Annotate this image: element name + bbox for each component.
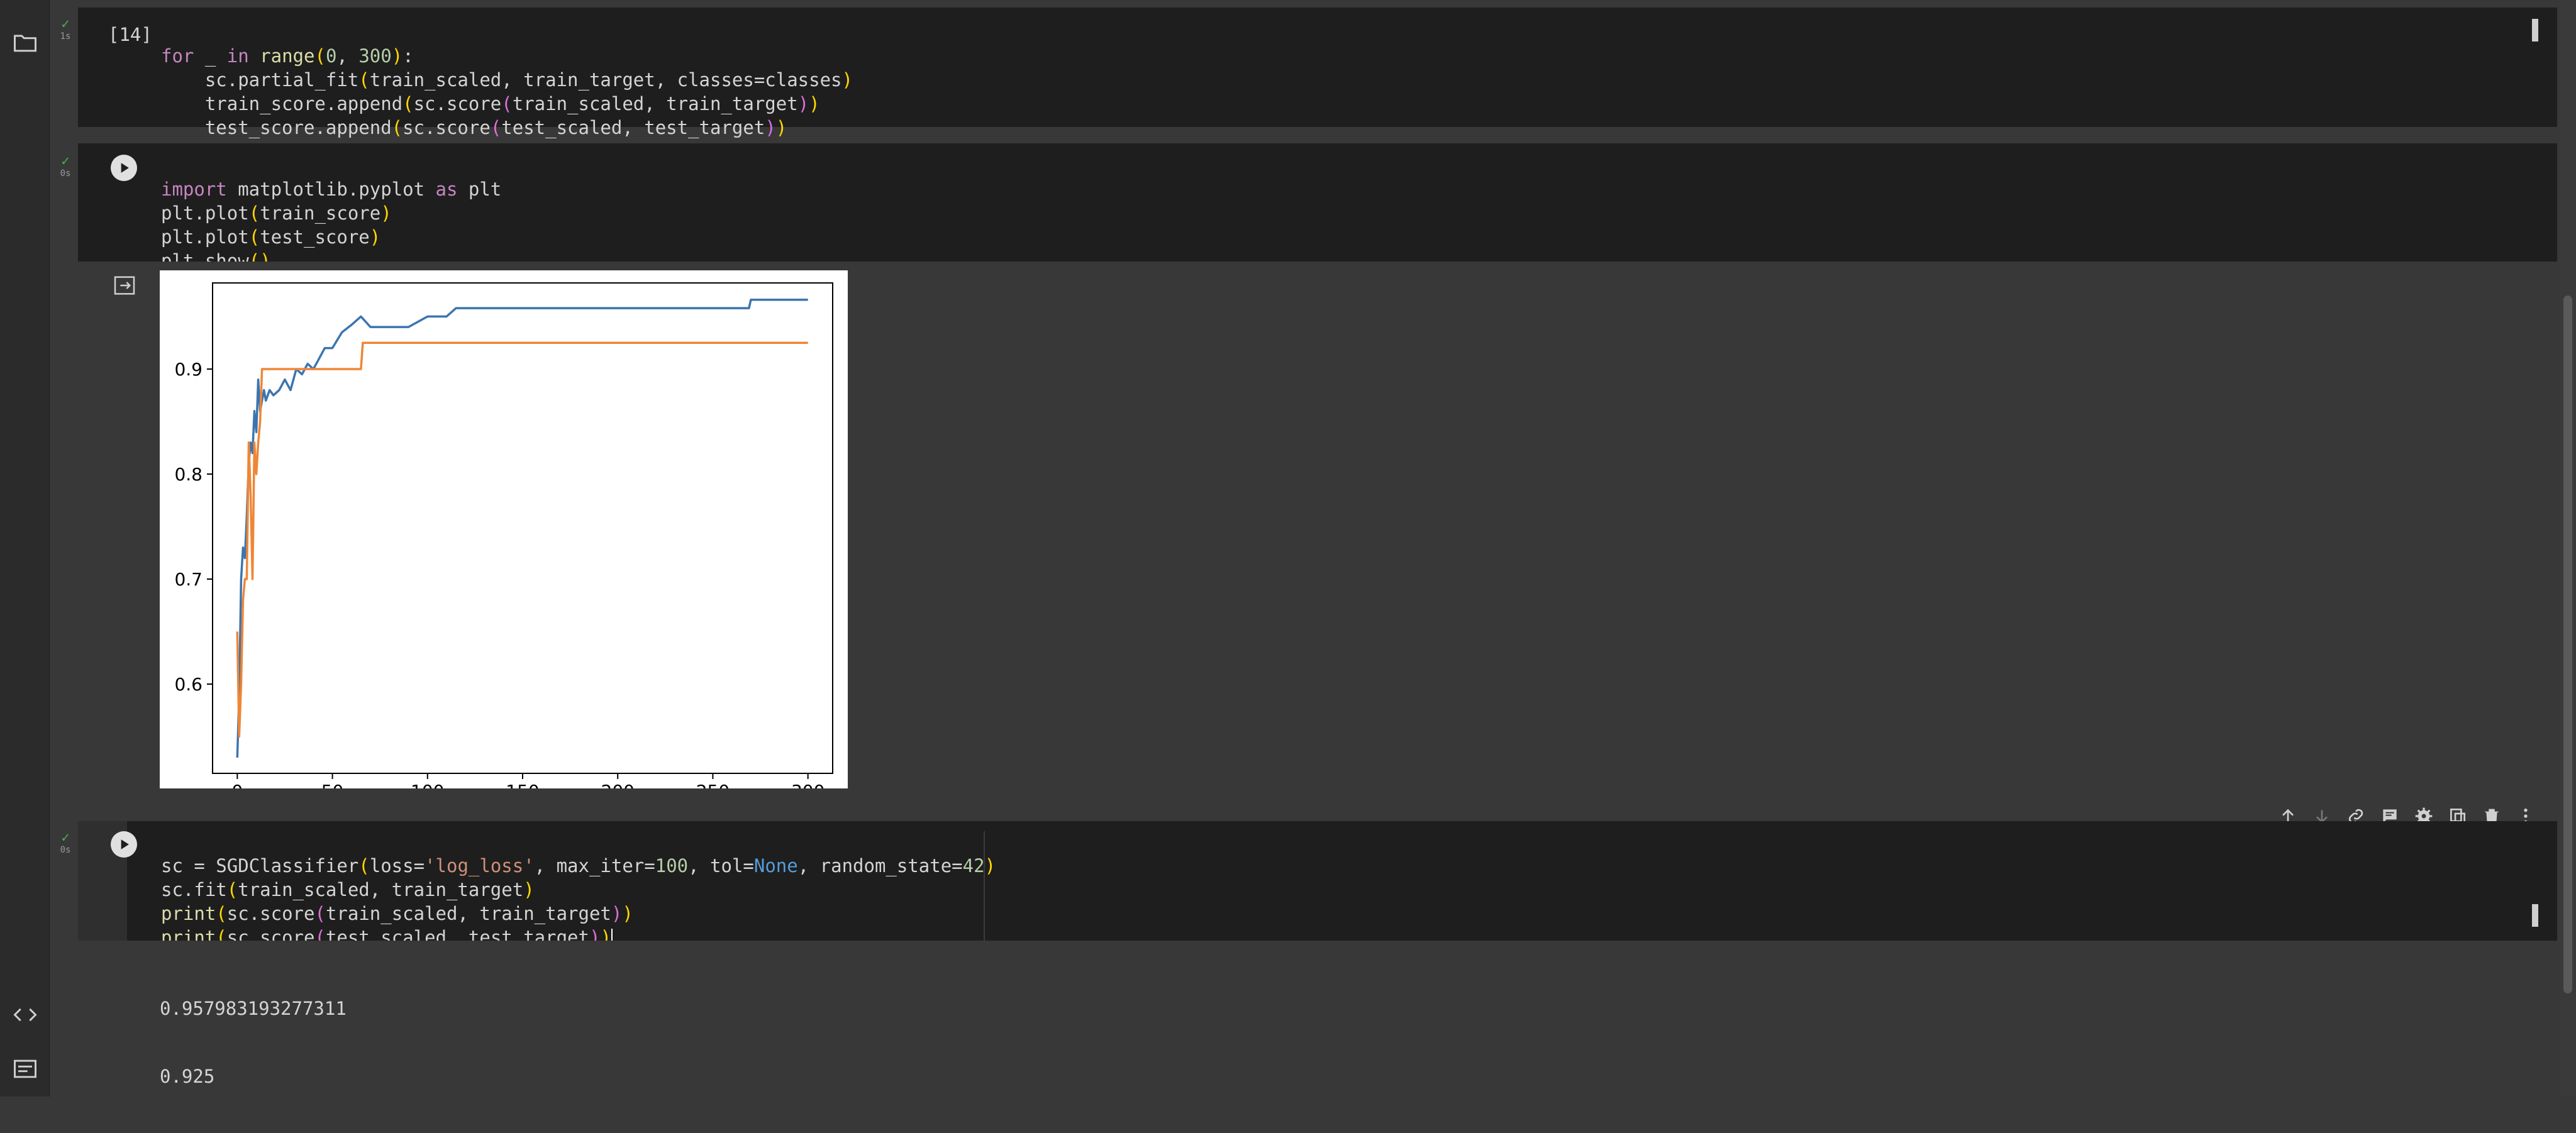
exec-time: 0s — [60, 169, 71, 179]
line-chart: 0 50 100 150 200 250 300 0.6 0.7 0.8 0.9 — [160, 270, 848, 802]
code-cell-3: ✓ 0s sc = SGDClassifier(loss='log_loss',… — [53, 821, 2557, 1087]
exec-time: 1s — [60, 31, 71, 41]
x-tick-label: 300 — [791, 781, 824, 788]
exec-status-check-icon: ✓ — [61, 153, 70, 169]
code-line: print(sc.score(train_scaled, train_targe… — [161, 903, 633, 924]
y-tick-label: 0.7 — [174, 569, 203, 590]
exec-count: [14] — [108, 24, 152, 45]
code-editor[interactable]: sc = SGDClassifier(loss='log_loss', max_… — [78, 821, 2557, 949]
code-line: test_score.append(sc.score(test_scaled, … — [161, 117, 787, 138]
code-icon[interactable] — [11, 1001, 39, 1029]
code-scroll-marker — [2532, 19, 2538, 41]
code-line: sc.partial_fit(train_scaled, train_targe… — [161, 69, 853, 91]
y-tick-label: 0.9 — [174, 359, 203, 380]
output-line: 0.925 — [160, 1066, 215, 1087]
code-text[interactable]: for _ in range(0, 300): sc.partial_fit(t… — [161, 20, 853, 140]
page-scrollbar-thumb[interactable] — [2563, 296, 2572, 993]
code-line: sc = SGDClassifier(loss='log_loss', max_… — [161, 855, 996, 876]
output-actions-icon[interactable] — [111, 273, 138, 298]
exec-status-check-icon: ✓ — [61, 16, 70, 32]
line-chart-svg: 0 50 100 150 200 250 300 0.6 0.7 0.8 0.9 — [174, 282, 833, 802]
terminal-icon[interactable] — [11, 1055, 39, 1083]
cell-output: 0 50 100 150 200 250 300 0.6 0.7 0.8 0.9 — [78, 262, 2557, 802]
y-tick-label: 0.6 — [174, 674, 203, 695]
code-line: for _ in range(0, 300): — [161, 45, 414, 67]
folder-icon[interactable] — [11, 29, 39, 57]
page-scrollbar[interactable] — [2560, 0, 2576, 1097]
run-cell-button[interactable] — [111, 155, 137, 181]
x-tick-label: 250 — [696, 781, 730, 788]
code-text[interactable]: import matplotlib.pyplot as plt plt.plot… — [161, 153, 501, 273]
code-line: train_score.append(sc.score(train_scaled… — [161, 93, 820, 114]
exec-time: 0s — [60, 845, 71, 855]
code-editor[interactable]: import matplotlib.pyplot as plt plt.plot… — [78, 143, 2557, 272]
output-line: 0.957983193277311 — [160, 998, 347, 1019]
run-cell-button[interactable] — [111, 831, 137, 858]
exec-status-check-icon: ✓ — [61, 830, 70, 846]
code-scroll-marker — [2532, 904, 2538, 927]
play-icon — [111, 832, 136, 857]
code-cell-1: ✓ 1s [14] for _ in range(0, 300): sc.par… — [53, 8, 2557, 138]
y-tick-label: 0.8 — [174, 464, 203, 485]
code-line: plt.plot(train_score) — [161, 202, 392, 224]
x-tick-label: 150 — [506, 781, 539, 788]
code-line: plt.plot(test_score) — [161, 226, 381, 248]
code-line: sc.fit(train_scaled, train_target) — [161, 879, 535, 900]
code-line: import matplotlib.pyplot as plt — [161, 179, 502, 200]
code-cell-2: ✓ 0s import matplotlib.pyplot as plt plt… — [53, 143, 2557, 802]
code-editor[interactable]: [14] for _ in range(0, 300): sc.partial_… — [78, 8, 2557, 138]
plot-area — [212, 282, 833, 774]
x-tick-label: 100 — [411, 781, 444, 788]
code-text[interactable]: sc = SGDClassifier(loss='log_loss', max_… — [161, 830, 996, 949]
ruler-line — [984, 831, 985, 942]
play-icon — [111, 155, 136, 180]
x-tick-label: 0 — [231, 781, 243, 788]
left-sidebar — [0, 0, 50, 1097]
cell-output: 0.957983193277311 0.925 — [78, 941, 2557, 1087]
x-tick-label: 200 — [601, 781, 635, 788]
x-tick-label: 50 — [321, 781, 344, 788]
